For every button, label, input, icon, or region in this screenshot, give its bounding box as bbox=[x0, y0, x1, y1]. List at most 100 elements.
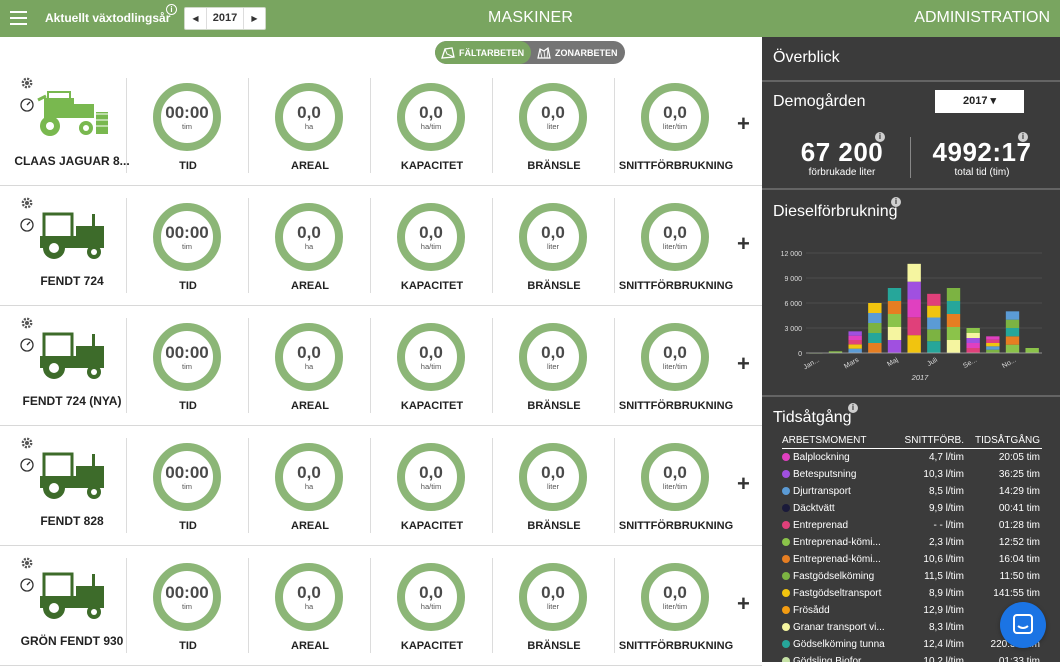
metric-gauge: 0,0 ha/tim bbox=[397, 323, 465, 391]
metric-label: KAPACITET bbox=[400, 520, 464, 532]
table-row[interactable]: Djurtransport 8,5 l/tim 14:29 tim bbox=[782, 483, 1042, 500]
bar-segment bbox=[986, 346, 1000, 350]
tab-machines[interactable]: MASKINER bbox=[488, 9, 573, 27]
field-icon bbox=[441, 46, 455, 59]
machine-list: CLAAS JAGUAR 8... 00:00 tim TID 0,0 ha AREAL 0,… bbox=[0, 66, 762, 666]
bar-segment bbox=[868, 313, 882, 323]
task-name: Entreprenad-kömi... bbox=[793, 554, 881, 565]
bar-segment bbox=[986, 336, 1000, 340]
add-button[interactable]: + bbox=[737, 471, 750, 497]
next-year-button[interactable]: ▶ bbox=[244, 8, 265, 29]
machine-name[interactable]: FENDT 828 bbox=[4, 514, 140, 528]
table-row[interactable]: Betesputsning 10,3 l/tim 36:25 tim bbox=[782, 466, 1042, 483]
bar bbox=[848, 331, 862, 353]
tab-administration[interactable]: ADMINISTRATION bbox=[914, 9, 1050, 27]
task-cell: Entreprenad-kömi... bbox=[782, 554, 904, 565]
fuel-info-icon[interactable]: i bbox=[875, 132, 885, 142]
metric-unit: tim bbox=[182, 122, 192, 131]
add-button[interactable]: + bbox=[737, 351, 750, 377]
bar-segment bbox=[946, 340, 961, 353]
metric-value: 0,0 bbox=[419, 103, 443, 122]
timer-icon[interactable] bbox=[20, 578, 34, 592]
metric-gauge: 0,0 ha bbox=[275, 83, 343, 151]
metric-unit: liter bbox=[546, 122, 560, 131]
x-tick-label: Maj bbox=[886, 356, 900, 368]
chat-button[interactable] bbox=[1000, 602, 1046, 648]
zone-work-option[interactable]: ZONARBETEN bbox=[531, 41, 618, 64]
metric-value: 0,0 bbox=[419, 583, 443, 602]
metric-value: 0,0 bbox=[297, 463, 321, 482]
table-row[interactable]: Entreprenad-kömi... 10,6 l/tim 16:04 tim bbox=[782, 551, 1042, 568]
timer-icon[interactable] bbox=[20, 98, 34, 112]
gear-icon[interactable] bbox=[20, 436, 34, 450]
bar-segment bbox=[927, 329, 941, 342]
bar-segment bbox=[848, 340, 862, 345]
diesel-info-icon[interactable]: i bbox=[891, 197, 901, 207]
field-work-option[interactable]: FÄLTARBETEN bbox=[435, 41, 531, 64]
metric-value: 0,0 bbox=[419, 223, 443, 242]
metric-areal: 0,0 ha AREAL bbox=[249, 186, 371, 306]
bar bbox=[946, 288, 961, 353]
table-row[interactable]: Däcktvätt 9,9 l/tim 00:41 tim bbox=[782, 500, 1042, 517]
metric-tid: 00:00 tim TID bbox=[127, 426, 249, 546]
bar-segment bbox=[1005, 336, 1020, 345]
metric-kapacitet: 0,0 ha/tim KAPACITET bbox=[371, 186, 493, 306]
metric-unit: ha/tim bbox=[420, 242, 442, 251]
table-row[interactable]: Fastgödselköming 11,5 l/tim 11:50 tim bbox=[782, 568, 1042, 585]
metric-gauge: 0,0 liter bbox=[519, 563, 587, 631]
year-select[interactable]: 2017 ▾ bbox=[935, 90, 1024, 113]
bar-segment bbox=[907, 281, 921, 300]
task-name: Balplockning bbox=[793, 452, 850, 463]
menu-icon[interactable] bbox=[10, 11, 27, 25]
table-row[interactable]: Entreprenad - - l/tim 01:28 tim bbox=[782, 517, 1042, 534]
task-cell: Fastgödseltransport bbox=[782, 588, 904, 599]
avg-cell: 4,7 l/tim bbox=[928, 452, 964, 463]
add-button[interactable]: + bbox=[737, 111, 750, 137]
col-avg: SNITTFÖRB. bbox=[904, 435, 964, 446]
avg-cell: 12,4 l/tim bbox=[923, 639, 964, 650]
metric-unit: liter/tim bbox=[662, 122, 688, 131]
gear-icon[interactable] bbox=[20, 556, 34, 570]
time-cell: 20:05 tim bbox=[998, 452, 1040, 463]
machine-name[interactable]: FENDT 724 bbox=[4, 274, 140, 288]
time-cell: 00:41 tim bbox=[998, 503, 1040, 514]
table-row[interactable]: Entreprenad-kömi... 2,3 l/tim 12:52 tim bbox=[782, 534, 1042, 551]
time-cell: 36:25 tim bbox=[998, 469, 1040, 480]
metric-label: KAPACITET bbox=[400, 280, 464, 292]
avg-cell: - - l/tim bbox=[933, 520, 964, 531]
add-button[interactable]: + bbox=[737, 591, 750, 617]
gear-icon[interactable] bbox=[20, 76, 34, 90]
machine-name[interactable]: CLAAS JAGUAR 8... bbox=[4, 154, 140, 168]
gear-icon[interactable] bbox=[20, 196, 34, 210]
color-dot bbox=[782, 453, 790, 461]
y-tick-label: 6 000 bbox=[784, 301, 802, 308]
info-icon[interactable]: i bbox=[166, 4, 177, 15]
timer-icon[interactable] bbox=[20, 338, 34, 352]
metric-gauge: 0,0 liter/tim bbox=[641, 563, 709, 631]
machine-name[interactable]: FENDT 724 (NYA) bbox=[4, 394, 140, 408]
table-row[interactable]: Fastgödseltransport 8,9 l/tim 141:55 tim bbox=[782, 585, 1042, 602]
time-info-icon[interactable]: i bbox=[1018, 132, 1028, 142]
gear-icon[interactable] bbox=[20, 316, 34, 330]
bar-segment bbox=[887, 288, 902, 301]
table-row[interactable]: Gödsling Biofor 10,2 l/tim 01:33 tim bbox=[782, 653, 1042, 662]
color-dot bbox=[782, 640, 790, 648]
metric-unit: ha bbox=[304, 362, 314, 371]
bar-segment bbox=[927, 317, 941, 330]
bar-segment bbox=[848, 344, 862, 349]
bar bbox=[907, 263, 921, 353]
bar-segment bbox=[986, 349, 1000, 353]
bar bbox=[1025, 348, 1039, 353]
previous-year-button[interactable]: ◀ bbox=[185, 8, 206, 29]
timer-icon[interactable] bbox=[20, 218, 34, 232]
add-button[interactable]: + bbox=[737, 231, 750, 257]
time-usage-info-icon[interactable]: i bbox=[848, 403, 858, 413]
time-cell: 01:28 tim bbox=[998, 520, 1040, 531]
machine-name[interactable]: GRÖN FENDT 930 bbox=[4, 634, 140, 648]
metric-kapacitet: 0,0 ha/tim KAPACITET bbox=[371, 306, 493, 426]
metric-gauge: 0,0 ha bbox=[275, 563, 343, 631]
bar-segment bbox=[1005, 311, 1020, 320]
timer-icon[interactable] bbox=[20, 458, 34, 472]
time-cell: 16:04 tim bbox=[998, 554, 1040, 565]
table-row[interactable]: Balplockning 4,7 l/tim 20:05 tim bbox=[782, 449, 1042, 466]
